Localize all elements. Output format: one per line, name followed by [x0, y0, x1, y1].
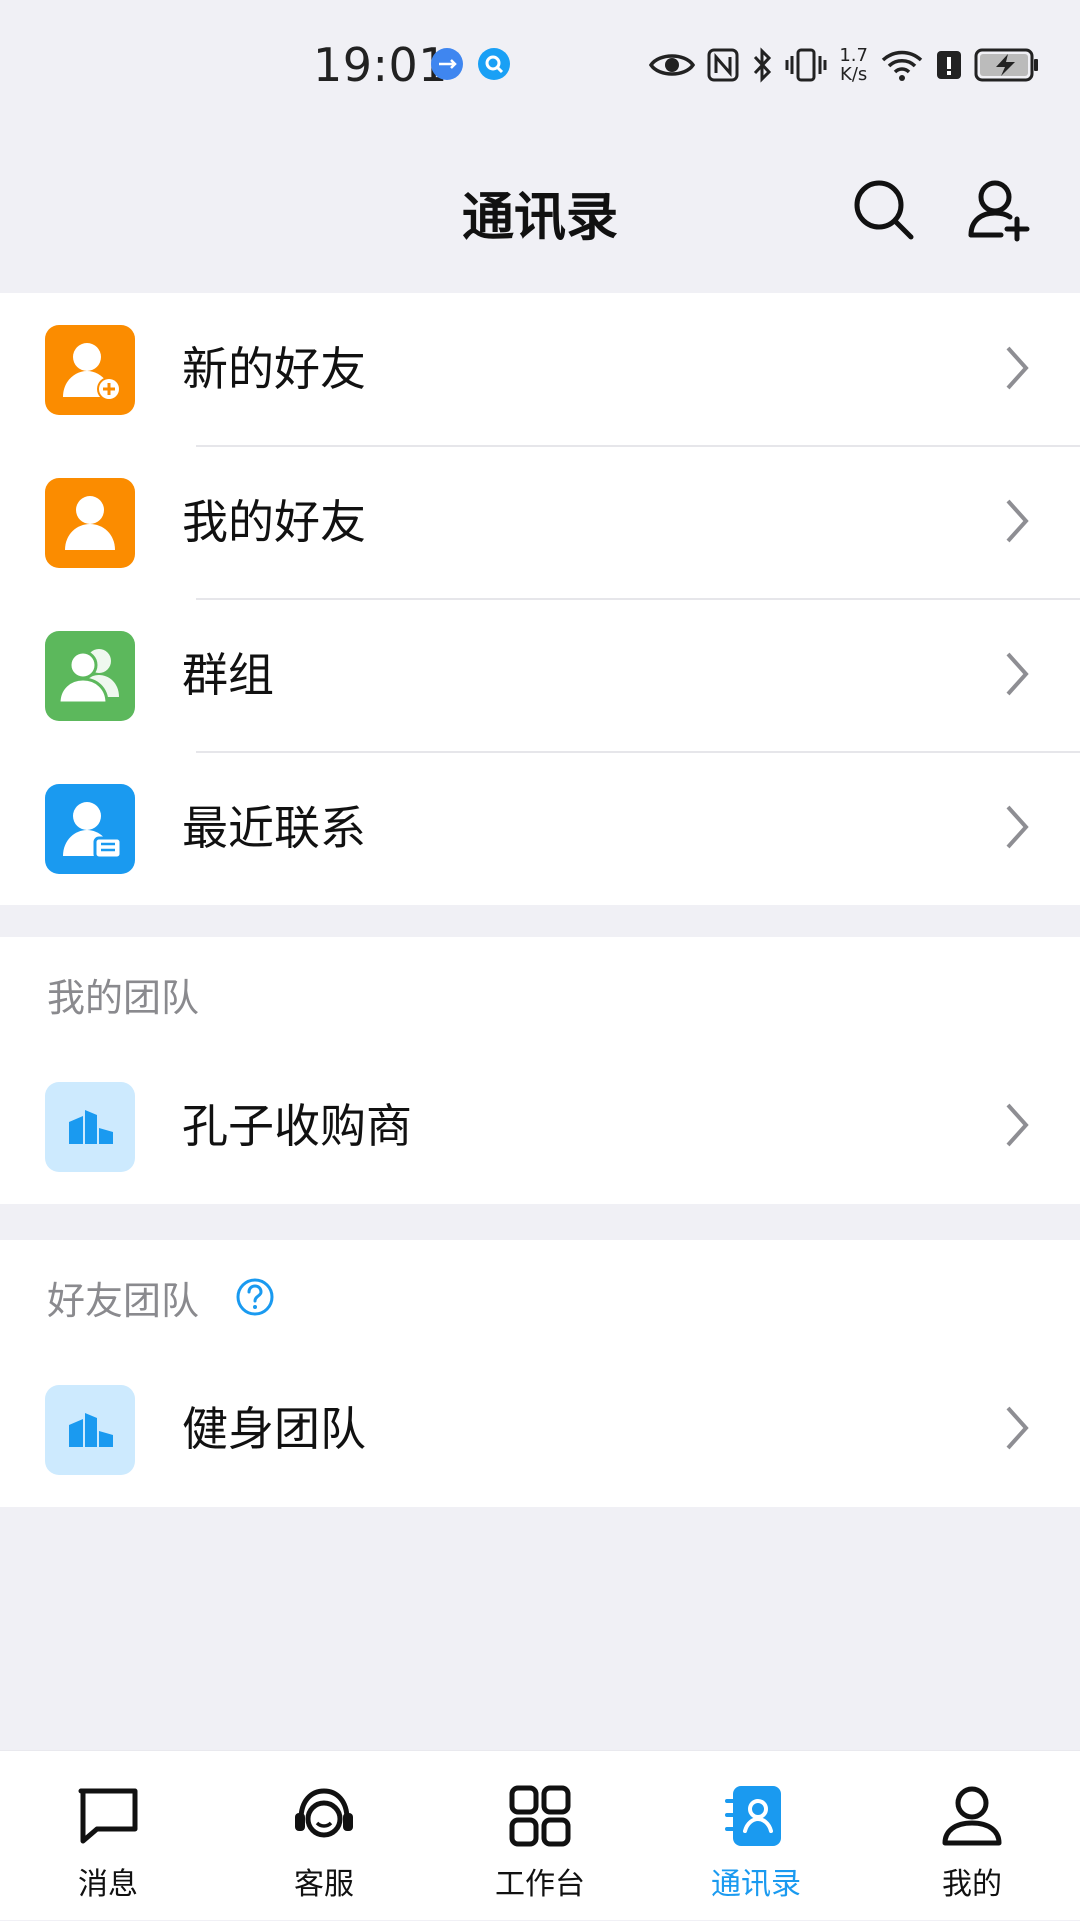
list-item-label: 新的好友: [182, 342, 366, 396]
status-time: 19:01: [313, 38, 449, 92]
bluetooth-icon: [751, 40, 773, 90]
list-item-label: 最近联系: [182, 801, 366, 855]
tab-profile[interactable]: 我的: [864, 1751, 1080, 1921]
chevron-right-icon: [992, 1100, 1042, 1150]
section-title-my-team: 我的团队: [47, 976, 200, 1020]
list-item-team[interactable]: 健身团队: [0, 1353, 1080, 1506]
my-friends-icon: [45, 478, 135, 568]
friend-team-section: 好友团队 健身团队: [0, 1240, 1080, 1507]
message-icon: [73, 1781, 143, 1851]
tab-contacts[interactable]: 通讯录: [648, 1751, 864, 1921]
team-building-icon: [45, 1385, 135, 1475]
list-item-label: 群组: [182, 648, 274, 702]
network-speed: 1.7 K/s: [839, 40, 868, 90]
list-item-new-friends[interactable]: 新的好友: [0, 293, 1080, 446]
tab-label: 通讯录: [711, 1867, 801, 1902]
network-speed-value: 1.7: [839, 45, 868, 66]
tab-customer-service[interactable]: 客服: [216, 1751, 432, 1921]
list-item-label: 孔子收购商: [182, 1099, 412, 1153]
list-item-label: 我的好友: [182, 495, 366, 549]
network-speed-unit: K/s: [840, 64, 868, 85]
tab-workbench[interactable]: 工作台: [432, 1751, 648, 1921]
nfc-icon: [707, 40, 739, 90]
search-icon: [854, 180, 914, 240]
tab-label: 客服: [294, 1867, 354, 1902]
group-icon: [45, 631, 135, 721]
status-icons: 1.7 K/s: [649, 40, 1040, 90]
customer-service-icon: [289, 1781, 359, 1851]
chevron-right-icon: [992, 1403, 1042, 1453]
add-contact-button[interactable]: [964, 174, 1036, 246]
help-icon[interactable]: [235, 1277, 275, 1317]
chevron-right-icon: [992, 802, 1042, 852]
my-team-section: 我的团队 孔子收购商: [0, 937, 1080, 1204]
search-notify-icon: [478, 48, 510, 80]
wifi-icon: [880, 40, 924, 90]
contacts-menu: 新的好友 我的好友 群组 最近联系: [0, 293, 1080, 905]
list-item-groups[interactable]: 群组: [0, 599, 1080, 752]
search-button[interactable]: [848, 174, 920, 246]
tab-label: 消息: [78, 1867, 138, 1902]
chevron-right-icon: [992, 649, 1042, 699]
profile-icon: [937, 1781, 1007, 1851]
new-friend-icon: [45, 325, 135, 415]
workbench-icon: [505, 1781, 575, 1851]
team-building-icon: [45, 1082, 135, 1172]
list-item-team[interactable]: 孔子收购商: [0, 1050, 1080, 1203]
vibrate-icon: [785, 40, 827, 90]
bottom-nav: 消息 客服 工作台 通讯录 我的: [0, 1750, 1080, 1920]
tab-messages[interactable]: 消息: [0, 1751, 216, 1921]
section-title-friend-team: 好友团队: [47, 1279, 200, 1323]
tab-label: 工作台: [495, 1867, 585, 1902]
tab-label: 我的: [942, 1867, 1002, 1902]
list-item-label: 健身团队: [182, 1402, 366, 1456]
alert-icon: [936, 40, 962, 90]
recent-contact-icon: [45, 784, 135, 874]
battery-charging-icon: [974, 40, 1040, 90]
usb-icon: [431, 48, 463, 80]
eye-icon: [649, 40, 696, 90]
chevron-right-icon: [992, 343, 1042, 393]
contacts-icon: [721, 1781, 791, 1851]
top-header: 通讯录: [0, 130, 1080, 290]
add-user-icon: [968, 180, 1030, 242]
list-item-my-friends[interactable]: 我的好友: [0, 446, 1080, 599]
list-item-recent-contacts[interactable]: 最近联系: [0, 752, 1080, 905]
status-bar: 19:01 1.7 K/s: [0, 0, 1080, 130]
chevron-right-icon: [992, 496, 1042, 546]
